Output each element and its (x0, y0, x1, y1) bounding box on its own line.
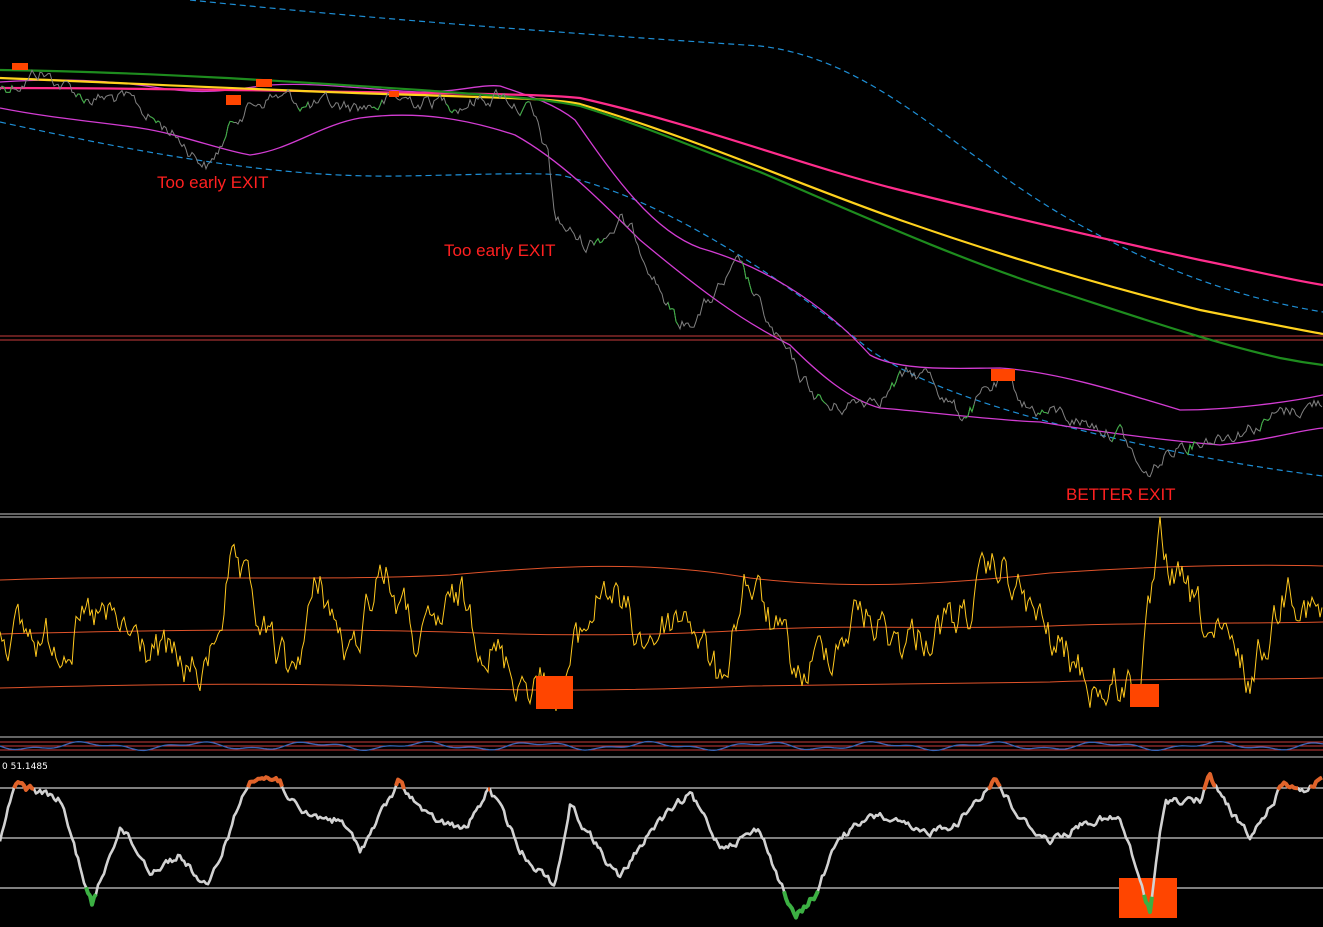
signal-marker (226, 95, 241, 105)
signal-marker (991, 369, 1015, 381)
oscillator-1-highlight (536, 676, 573, 709)
signal-marker (12, 63, 28, 70)
signal-marker (389, 91, 399, 97)
annotation-label: Too early EXIT (444, 241, 556, 260)
oscillator-1-highlight (1130, 684, 1159, 707)
annotation-label: BETTER EXIT (1066, 485, 1176, 504)
trading-chart: Too early EXIT Too early EXIT BETTER EXI… (0, 0, 1323, 927)
annotation-label: Too early EXIT (157, 173, 269, 192)
oscillator-3-readout: 0 51.1485 (2, 762, 48, 772)
signal-marker (256, 79, 272, 87)
